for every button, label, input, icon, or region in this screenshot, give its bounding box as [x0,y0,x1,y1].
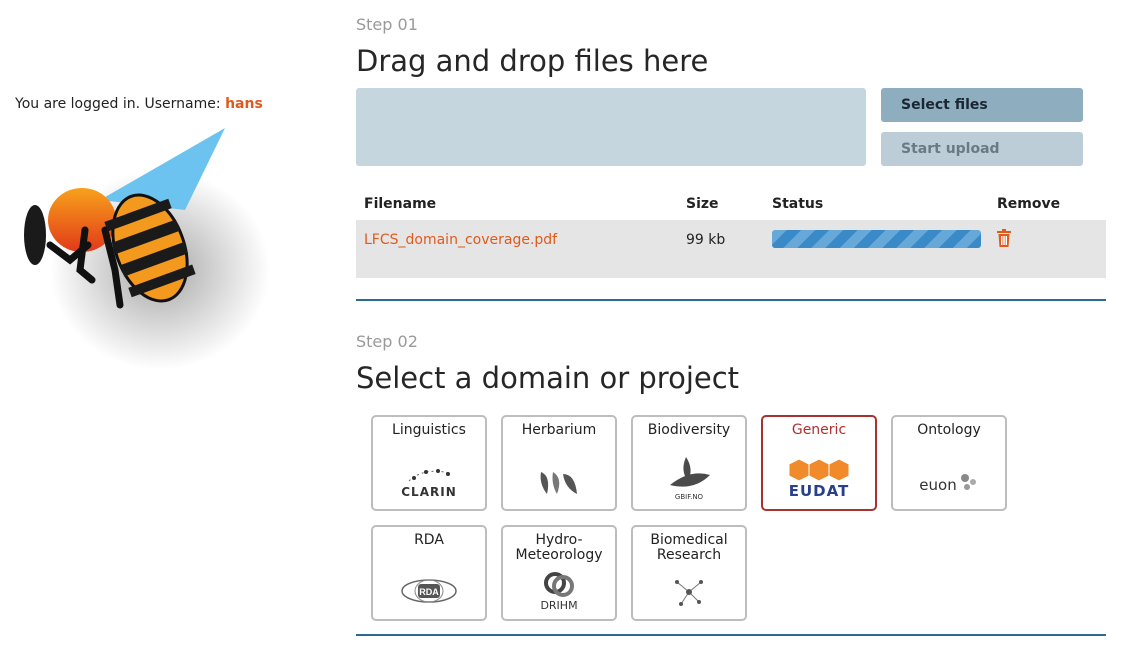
clarin-logo: CLARIN [373,463,485,503]
tile-label: Generic [791,422,847,438]
file-size: 99 kb [686,232,726,248]
step-02-label: Step 02 [356,332,418,351]
biomedical-logo [633,573,745,613]
domain-tile-biomedical-research[interactable]: Biomedical Research [631,525,747,621]
eudat-cubes-icon [788,458,850,482]
step-01-heading: Drag and drop files here [356,44,709,78]
login-status: You are logged in. Username: hans [15,96,263,112]
domain-tile-biodiversity[interactable]: Biodiversity GBIF.NO [631,415,747,511]
tile-label: RDA [414,532,444,548]
domain-tile-herbarium[interactable]: Herbarium [501,415,617,511]
start-upload-button[interactable]: Start upload [881,132,1083,166]
domain-tile-hydro-meteorology[interactable]: Hydro- Meteorology DRIHM [501,525,617,621]
tile-label: Hydro- Meteorology [515,532,603,563]
rda-logo: RDA [373,573,485,613]
domain-tile-rda[interactable]: RDA RDA [371,525,487,621]
step-02-heading: Select a domain or project [356,361,740,395]
login-status-text: You are logged in. Username: [15,96,221,112]
rda-text: RDA [419,587,439,597]
table-row: LFCS_domain_coverage.pdf 99 kb [356,220,1106,278]
step-01-label: Step 01 [356,15,418,34]
section-divider-bottom [356,634,1106,636]
gbif-leaf-icon [670,457,710,487]
drihm-knot-icon [544,571,574,597]
file-name-link[interactable]: LFCS_domain_coverage.pdf [364,232,557,248]
euon-text: euon [919,476,957,494]
domain-tile-generic[interactable]: Generic EUDAT [761,415,877,511]
herbarium-leaf-icon [540,472,577,494]
tile-label: Herbarium [521,422,597,438]
herbarium-logo [503,463,615,503]
col-status: Status [772,196,824,212]
clarin-dots-icon [408,469,450,482]
trash-icon[interactable] [997,229,1011,247]
clarin-text: CLARIN [401,485,457,499]
select-files-button[interactable]: Select files [881,88,1083,122]
tile-label: Biodiversity [647,422,731,438]
col-size: Size [686,196,719,212]
bee-mascot-logo [24,128,270,370]
drihm-logo: DRIHM [503,569,615,613]
domain-tile-ontology[interactable]: Ontology euon [891,415,1007,511]
file-dropzone[interactable] [356,88,866,166]
gbif-text: GBIF.NO [674,493,704,501]
network-graph-icon [675,580,703,606]
gbif-logo: GBIF.NO [633,453,745,503]
upload-progress-bar [772,230,981,248]
files-table-header: Filename Size Status Remove [356,190,1106,220]
eudat-logo: EUDAT [763,453,875,503]
eudat-text: EUDAT [788,482,850,500]
section-divider [356,299,1106,301]
drihm-text: DRIHM [540,598,578,612]
tile-label: Linguistics [392,422,466,438]
col-remove: Remove [997,196,1061,212]
euon-molecule-icon [960,474,976,490]
files-table: Filename Size Status Remove LFCS_domain_… [356,190,1106,278]
tile-label: Ontology [917,422,981,438]
rda-globe-icon: RDA [401,579,457,603]
tile-label: Biomedical Research [650,532,728,563]
col-filename: Filename [364,196,437,212]
euon-logo: euon [893,463,1005,503]
domain-tile-linguistics[interactable]: Linguistics CLARIN [371,415,487,511]
username: hans [225,96,263,112]
